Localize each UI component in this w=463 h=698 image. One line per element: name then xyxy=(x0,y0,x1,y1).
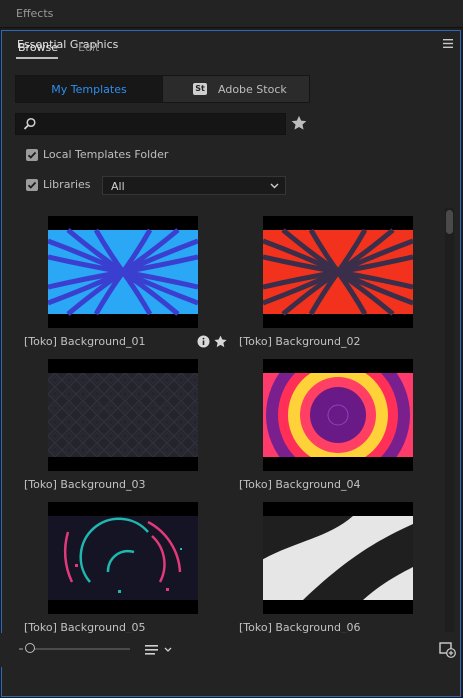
search-icon xyxy=(23,117,37,131)
tab-edit[interactable]: Edit xyxy=(78,41,99,54)
libraries-selected-value: All xyxy=(111,180,125,193)
search-input[interactable] xyxy=(15,113,286,135)
panel-footer xyxy=(0,633,458,667)
my-templates-label: My Templates xyxy=(51,83,127,96)
template-name: [Toko] Background_03 xyxy=(24,478,146,491)
thumbnail-size-min-icon xyxy=(19,648,23,650)
local-templates-checkbox[interactable] xyxy=(26,149,38,161)
template-name: [Toko] Background_01 xyxy=(24,335,146,348)
new-item-icon[interactable] xyxy=(438,640,456,658)
scrollbar-track[interactable] xyxy=(445,208,454,632)
template-thumbnail[interactable] xyxy=(48,502,198,614)
libraries-label: Libraries xyxy=(43,178,91,191)
effects-panel-title: Effects xyxy=(16,7,54,20)
adobe-stock-label: Adobe Stock xyxy=(218,83,287,96)
template-name: [Toko] Background_04 xyxy=(239,478,361,491)
template-name: [Toko] Background_02 xyxy=(239,335,361,348)
sort-menu-button[interactable] xyxy=(143,642,177,658)
tab-browse[interactable]: Browse xyxy=(18,41,58,54)
favorite-star-icon[interactable] xyxy=(213,334,228,349)
template-thumbnail[interactable] xyxy=(48,216,198,328)
libraries-checkbox[interactable] xyxy=(26,179,38,191)
libraries-dropdown[interactable]: All xyxy=(102,176,286,195)
active-tab-indicator xyxy=(16,57,58,59)
adobe-stock-button[interactable]: St Adobe Stock xyxy=(162,75,310,103)
effects-panel-header[interactable]: Effects xyxy=(0,0,463,28)
template-thumbnail[interactable] xyxy=(48,359,198,471)
info-icon[interactable] xyxy=(197,335,210,348)
my-templates-button[interactable]: My Templates xyxy=(15,75,163,103)
adobe-stock-icon: St xyxy=(193,83,207,95)
template-thumbnail[interactable] xyxy=(263,502,413,614)
local-templates-label: Local Templates Folder xyxy=(43,148,169,161)
chevron-down-icon xyxy=(270,183,279,189)
template-thumbnail[interactable] xyxy=(263,216,413,328)
template-thumbnail[interactable] xyxy=(263,359,413,471)
panel-menu-icon[interactable] xyxy=(443,37,453,51)
favorites-filter-star-icon[interactable] xyxy=(290,114,308,132)
thumbnail-size-slider-handle[interactable] xyxy=(25,643,35,653)
scrollbar-thumb[interactable] xyxy=(446,210,453,234)
thumbnail-size-slider[interactable] xyxy=(30,648,130,650)
